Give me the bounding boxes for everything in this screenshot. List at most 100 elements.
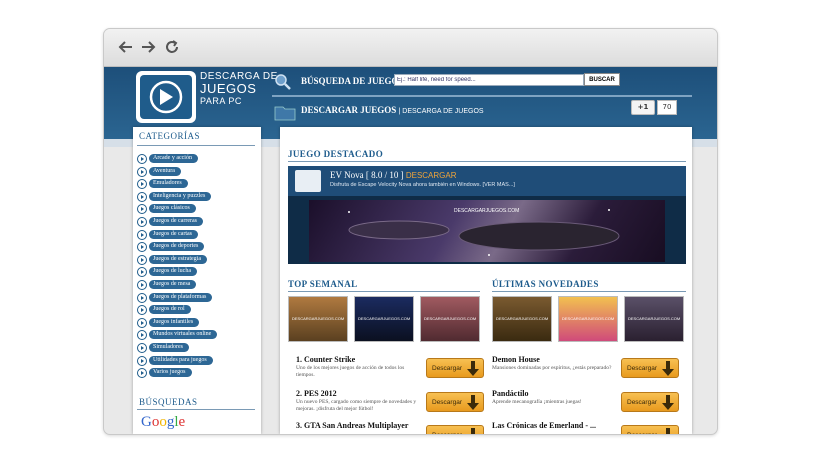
gplus-count: 70 (657, 100, 677, 115)
top-thumbnail-1[interactable]: DESCARGARJUEGOS.COM (288, 296, 348, 342)
category-bullet-icon (137, 216, 147, 227)
page-title-main: DESCARGAR JUEGOS (301, 105, 397, 115)
game-name[interactable]: 3. GTA San Andreas Multiplayer (296, 421, 424, 430)
browser-window: DESCARGA DE JUEGOS PARA PC BÚSQUEDA DE J… (103, 28, 718, 435)
category-bullet-icon (137, 267, 147, 278)
divider (492, 291, 686, 292)
category-label[interactable]: Inteligencia y puzzles (149, 191, 212, 201)
latest-game-3[interactable]: Las Crónicas de Emerland - ... (492, 421, 596, 430)
category-bullet-icon (137, 166, 147, 177)
category-label[interactable]: Juegos de deportes (149, 242, 205, 252)
category-bullet-icon (137, 154, 147, 164)
download-button[interactable]: Descargar (426, 358, 484, 378)
top-thumbnail-2[interactable]: DESCARGARJUEGOS.COM (354, 296, 414, 342)
logo-line3: PARA PC (200, 96, 242, 106)
featured-name[interactable]: EV Nova [ 8.0 / 10 ] DESCARGAR (330, 170, 457, 180)
searches-title: BÚSQUEDAS (139, 397, 198, 407)
category-label[interactable]: Juegos de carreras (149, 216, 203, 226)
download-label: Descargar (432, 432, 462, 434)
latest-thumbnail-2[interactable]: DESCARGARJUEGOS.COM (558, 296, 618, 342)
category-label[interactable]: Juegos clásicos (149, 204, 196, 214)
thumb-watermark: DESCARGARJUEGOS.COM (628, 316, 681, 321)
google-logo[interactable]: Google (141, 414, 185, 431)
category-bullet-icon (137, 317, 147, 328)
download-button[interactable]: Descargar (426, 425, 484, 434)
latest-thumbnail-1[interactable]: DESCARGARJUEGOS.COM (492, 296, 552, 342)
game-name[interactable]: 1. Counter Strike (296, 355, 424, 364)
site-logo[interactable] (136, 71, 196, 123)
gplus-button[interactable]: +1 (631, 100, 655, 115)
category-label[interactable]: Mundos virtuales online (149, 330, 218, 340)
category-bullet-icon (137, 204, 147, 215)
category-label[interactable]: Juegos infantiles (149, 317, 200, 327)
featured-game-name: EV Nova [ 8.0 / 10 ] (330, 170, 404, 180)
category-label[interactable]: Juegos de rol (149, 305, 191, 315)
category-label[interactable]: Simuladores (149, 342, 189, 352)
download-label: Descargar (432, 399, 462, 406)
search-label: BÚSQUEDA DE JUEGOS: (301, 76, 407, 86)
category-label[interactable]: Arcade y acción (149, 154, 198, 163)
thumb-watermark: DESCARGARJUEGOS.COM (562, 316, 615, 321)
category-bullet-icon (137, 191, 147, 202)
latest-game-2[interactable]: Pandáctilo Aprende mecanografía ¡mientras… (492, 389, 620, 406)
download-arrow-icon (471, 428, 475, 434)
latest-thumbnail-3[interactable]: DESCARGARJUEGOS.COM (624, 296, 684, 342)
main-content: JUEGO DESTACADO EV Nova [ 8.0 / 10 ] DES… (280, 127, 692, 434)
featured-download-link[interactable]: DESCARGAR (406, 171, 457, 180)
category-label[interactable]: Juegos de lucha (149, 267, 197, 277)
top-game-3[interactable]: 3. GTA San Andreas Multiplayer (296, 421, 424, 431)
category-bullet-icon (137, 229, 147, 240)
download-button[interactable]: Descargar (621, 358, 679, 378)
category-label[interactable]: Juegos de plataformas (149, 292, 213, 302)
category-label[interactable]: Aventura (149, 166, 181, 176)
divider (288, 291, 480, 292)
game-description: Aprende mecanografía ¡mientras juegas! (492, 399, 582, 405)
top-thumbnail-3[interactable]: DESCARGARJUEGOS.COM (420, 296, 480, 342)
latest-title: ÚLTIMAS NOVEDADES (492, 279, 599, 289)
thumb-watermark: DESCARGARJUEGOS.COM (496, 316, 549, 321)
category-label[interactable]: Varios juegos (149, 368, 192, 378)
game-name[interactable]: Demon House (492, 355, 620, 364)
category-bullet-icon (137, 254, 147, 265)
latest-game-1[interactable]: Demon House Mansiones dominadas por espír… (492, 355, 620, 372)
featured-game[interactable]: EV Nova [ 8.0 / 10 ] DESCARGAR Disfruta … (288, 166, 686, 264)
category-label[interactable]: Juegos de estrategia (149, 254, 207, 264)
game-name[interactable]: Las Crónicas de Emerland - ... (492, 421, 596, 430)
divider (137, 145, 255, 146)
category-bullet-icon (137, 330, 147, 341)
sidebar: CATEGORÍAS Arcade y acción Aventura Emulad… (133, 127, 261, 434)
category-bullet-icon (137, 368, 147, 379)
browser-toolbar (104, 29, 717, 67)
game-name[interactable]: Pandáctilo (492, 389, 620, 398)
download-arrow-icon (662, 395, 674, 410)
forward-arrow-icon[interactable] (140, 39, 156, 55)
play-logo-icon (149, 80, 183, 114)
category-bullet-icon (137, 355, 147, 366)
logo-text: DESCARGA DE JUEGOS PARA PC (200, 71, 278, 106)
category-label[interactable]: Juegos de mesa (149, 279, 197, 289)
category-label[interactable]: Juegos de cartas (149, 229, 198, 239)
download-label: Descargar (432, 365, 462, 372)
download-button[interactable]: Descargar (426, 392, 484, 412)
download-label: Descargar (627, 432, 657, 434)
category-label[interactable]: Utilidades para juegos (149, 355, 213, 365)
back-arrow-icon[interactable] (118, 39, 134, 55)
top-game-1[interactable]: 1. Counter Strike Uno de los mejores jueg… (296, 355, 424, 378)
game-description: Mansiones dominadas por espíritus, ¿está… (492, 365, 612, 371)
reload-icon[interactable] (164, 39, 180, 55)
download-button[interactable]: Descargar (621, 392, 679, 412)
download-arrow-icon (467, 395, 479, 410)
game-name[interactable]: 2. PES 2012 (296, 389, 424, 398)
top-game-2[interactable]: 2. PES 2012 Un nuevo PES, cargado como si… (296, 389, 424, 412)
game-description: Uno de los mejores juegos de acción de t… (296, 365, 405, 378)
search-input[interactable] (394, 74, 584, 86)
featured-watermark: DESCARGARJUEGOS.COM (454, 208, 520, 214)
category-label[interactable]: Emuladores (149, 179, 188, 189)
thumb-watermark: DESCARGARJUEGOS.COM (424, 316, 477, 321)
game-description: Un nuevo PES, cargado como siempre de no… (296, 399, 417, 412)
category-bullet-icon (137, 242, 147, 253)
featured-screenshot[interactable]: DESCARGARJUEGOS.COM (309, 200, 665, 262)
search-button[interactable]: BUSCAR (584, 73, 620, 86)
download-button[interactable]: Descargar (621, 425, 679, 434)
thumb-watermark: DESCARGARJUEGOS.COM (358, 316, 411, 321)
